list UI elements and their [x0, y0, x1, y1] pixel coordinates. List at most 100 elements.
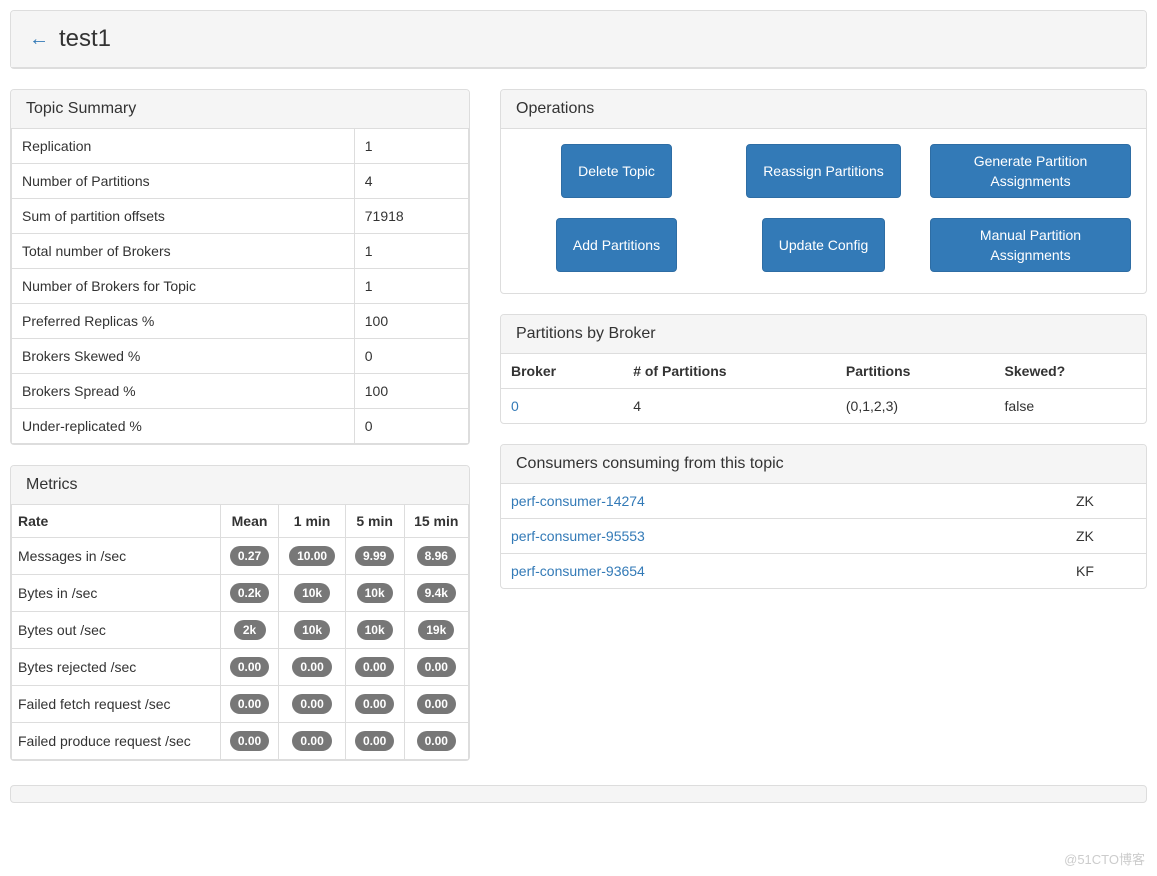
summary-value: 1: [354, 129, 468, 164]
consumer-link[interactable]: perf-consumer-93654: [511, 563, 645, 579]
summary-value: 1: [354, 234, 468, 269]
metric-label: Failed fetch request /sec: [12, 686, 221, 723]
metric-badge: 10k: [294, 583, 330, 603]
partitions-by-broker-panel: Partitions by Broker Broker# of Partitio…: [500, 314, 1147, 424]
table-row: Number of Partitions4: [12, 164, 469, 199]
metric-badge: 0.27: [230, 546, 269, 566]
topic-header-panel: ← test1: [10, 10, 1147, 69]
consumer-link[interactable]: perf-consumer-14274: [511, 493, 645, 509]
footer-bar: [10, 785, 1147, 803]
partitions-by-broker-heading: Partitions by Broker: [501, 315, 1146, 354]
consumers-panel: Consumers consuming from this topic perf…: [500, 444, 1147, 589]
column-header: Partitions: [836, 354, 995, 389]
column-header: 5 min: [345, 505, 404, 538]
topic-summary-table: Replication1Number of Partitions4Sum of …: [11, 129, 469, 444]
metrics-table: RateMean1 min5 min15 minMessages in /sec…: [11, 505, 469, 760]
metric-value-cell: 2k: [220, 612, 279, 649]
button-slot: Delete Topic: [516, 144, 717, 204]
table-row: Brokers Skewed %0: [12, 339, 469, 374]
metrics-heading: Metrics: [11, 466, 469, 505]
summary-label: Sum of partition offsets: [12, 199, 355, 234]
metric-badge: 19k: [418, 620, 454, 640]
manual-partition-assignments-button[interactable]: Manual Partition Assignments: [930, 218, 1131, 272]
metric-value-cell: 0.00: [220, 649, 279, 686]
metric-value-cell: 0.00: [404, 723, 468, 760]
metric-badge: 10k: [357, 583, 393, 603]
metric-label: Bytes rejected /sec: [12, 649, 221, 686]
consumer-type-cell: ZK: [1066, 519, 1146, 554]
update-config-button[interactable]: Update Config: [762, 218, 886, 272]
metric-badge: 0.00: [355, 694, 394, 714]
partitions-cell: (0,1,2,3): [836, 389, 995, 424]
metric-label: Messages in /sec: [12, 538, 221, 575]
consumer-name-cell: perf-consumer-93654: [501, 554, 1066, 589]
table-row: 0 4(0,1,2,3)false: [501, 389, 1146, 424]
metric-value-cell: 0.00: [279, 649, 345, 686]
table-row: perf-consumer-14274ZK: [501, 484, 1146, 519]
summary-label: Replication: [12, 129, 355, 164]
consumers-heading: Consumers consuming from this topic: [501, 445, 1146, 484]
metric-label: Bytes in /sec: [12, 575, 221, 612]
metric-badge: 0.00: [292, 731, 331, 751]
summary-label: Under-replicated %: [12, 409, 355, 444]
summary-value: 0: [354, 339, 468, 374]
operations-heading: Operations: [501, 90, 1146, 129]
metric-badge: 10k: [294, 620, 330, 640]
button-slot: Manual Partition Assignments: [930, 218, 1131, 278]
summary-label: Brokers Spread %: [12, 374, 355, 409]
metric-label: Bytes out /sec: [12, 612, 221, 649]
topic-summary-heading: Topic Summary: [11, 90, 469, 129]
metric-value-cell: 9.99: [345, 538, 404, 575]
consumer-name-cell: perf-consumer-14274: [501, 484, 1066, 519]
metric-badge: 0.00: [355, 731, 394, 751]
table-row: Bytes in /sec 0.2k 10k 10k 9.4k: [12, 575, 469, 612]
table-row: Failed produce request /sec 0.00 0.00 0.00 0…: [12, 723, 469, 760]
metric-badge: 9.4k: [417, 583, 456, 603]
summary-label: Total number of Brokers: [12, 234, 355, 269]
consumer-link[interactable]: perf-consumer-95553: [511, 528, 645, 544]
metric-value-cell: 0.00: [279, 723, 345, 760]
table-row: Failed fetch request /sec0.000.000.000.0…: [12, 686, 469, 723]
button-slot: Update Config: [723, 218, 924, 278]
metric-badge: 0.2k: [230, 583, 269, 603]
back-arrow-icon[interactable]: ←: [29, 29, 49, 49]
column-header: Rate: [12, 505, 221, 538]
metric-badge: 0.00: [292, 657, 331, 677]
summary-value: 0: [354, 409, 468, 444]
table-row: Preferred Replicas %100: [12, 304, 469, 339]
topic-header: ← test1: [11, 11, 1146, 68]
metric-badge: 0.00: [417, 731, 456, 751]
column-header: 15 min: [404, 505, 468, 538]
metric-value-cell: 9.4k: [404, 575, 468, 612]
metric-label: Failed produce request /sec: [12, 723, 221, 760]
table-row: Under-replicated %0: [12, 409, 469, 444]
table-row: perf-consumer-93654KF: [501, 554, 1146, 589]
metric-badge: 0.00: [417, 694, 456, 714]
table-header-row: RateMean1 min5 min15 min: [12, 505, 469, 538]
metric-value-cell: 0.00: [220, 686, 279, 723]
summary-value: 100: [354, 374, 468, 409]
metric-value-cell: 10k: [345, 612, 404, 649]
reassign-partitions-button[interactable]: Reassign Partitions: [746, 144, 901, 198]
delete-topic-button[interactable]: Delete Topic: [561, 144, 672, 198]
column-header: 1 min: [279, 505, 345, 538]
page-title: test1: [59, 25, 111, 53]
generate-partition-assignments-button[interactable]: Generate Partition Assignments: [930, 144, 1131, 198]
metric-value-cell: 0.00: [220, 723, 279, 760]
skewed-cell: false: [995, 389, 1146, 424]
broker-cell: 0: [501, 389, 623, 424]
num-partitions-cell: 4: [623, 389, 836, 424]
summary-label: Preferred Replicas %: [12, 304, 355, 339]
broker-link[interactable]: 0: [511, 398, 519, 414]
summary-value: 100: [354, 304, 468, 339]
add-partitions-button[interactable]: Add Partitions: [556, 218, 677, 272]
summary-value: 71918: [354, 199, 468, 234]
column-header: Mean: [220, 505, 279, 538]
table-header-row: Broker# of PartitionsPartitionsSkewed?: [501, 354, 1146, 389]
table-row: Replication1: [12, 129, 469, 164]
metric-badge: 0.00: [230, 731, 269, 751]
button-slot: Reassign Partitions: [723, 144, 924, 204]
table-row: perf-consumer-95553 ZK: [501, 519, 1146, 554]
consumers-table: perf-consumer-14274ZKperf-consumer-95553…: [501, 484, 1146, 588]
column-header: # of Partitions: [623, 354, 836, 389]
